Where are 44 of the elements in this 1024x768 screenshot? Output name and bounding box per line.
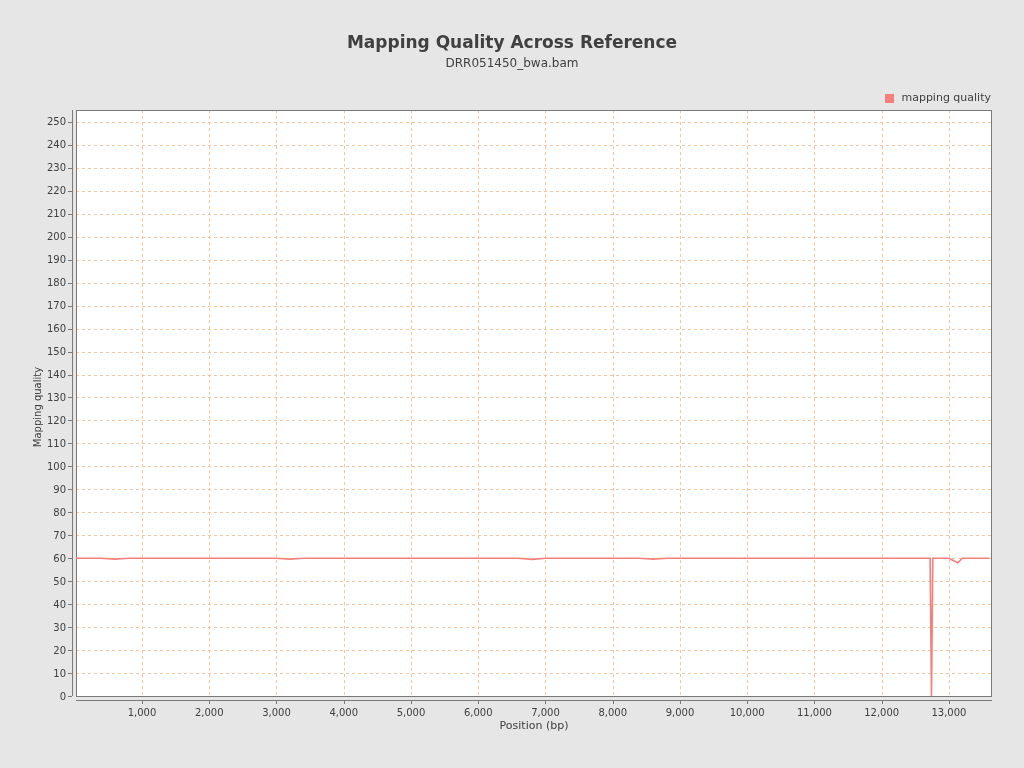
tick-label: 140: [46, 369, 66, 381]
chart-subtitle: DRR051450_bwa.bam: [445, 55, 579, 72]
tick-label: 50: [53, 575, 66, 587]
tick-label: 130: [46, 392, 66, 403]
tick-label: 100: [46, 460, 66, 472]
tick-label: 160: [46, 323, 66, 335]
chart-title: Mapping Quality Across Reference: [346, 31, 678, 54]
tick-label: 60: [53, 552, 66, 564]
tick-label: 11,000: [796, 707, 832, 718]
tick-label: 3,000: [262, 707, 291, 718]
tick-label: 10: [53, 667, 66, 679]
tick-label: 180: [46, 277, 66, 289]
tick-label: 4,000: [329, 707, 359, 718]
y-axis-label: Mapping quality: [32, 366, 43, 448]
tick-label: 220: [46, 185, 66, 197]
tick-label: 190: [46, 254, 66, 266]
x-axis-label: Position (bp): [499, 719, 569, 732]
tick-label: 0: [59, 690, 66, 702]
tick-label: 8,000: [598, 707, 628, 718]
tick-label: 12,000: [864, 707, 900, 718]
legend-label: mapping quality: [901, 90, 991, 106]
tick-label: 7,000: [531, 707, 560, 718]
tick-label: 6,000: [463, 707, 493, 718]
tick-label: 90: [53, 483, 66, 495]
tick-label: 70: [53, 529, 66, 541]
tick-label: 2,000: [194, 707, 224, 718]
tick-label: 1,000: [127, 707, 157, 718]
tick-label: 9,000: [665, 707, 695, 718]
tick-label: 120: [46, 414, 66, 426]
tick-label: 170: [46, 300, 66, 312]
tick-label: 10,000: [729, 707, 765, 718]
tick-label: 240: [46, 139, 66, 151]
tick-label: 30: [53, 621, 66, 633]
tick-label: 40: [53, 598, 66, 610]
tick-label: 5,000: [396, 707, 426, 718]
tick-label: 250: [46, 116, 66, 128]
tick-label: 13,000: [931, 707, 967, 718]
tick-label: 210: [46, 208, 66, 220]
tick-label: 200: [46, 231, 66, 243]
tick-label: 20: [53, 644, 66, 656]
tick-label: 80: [53, 506, 66, 518]
tick-label: 230: [46, 162, 66, 174]
tick-label: 110: [46, 437, 66, 449]
tick-label: 150: [46, 346, 66, 358]
